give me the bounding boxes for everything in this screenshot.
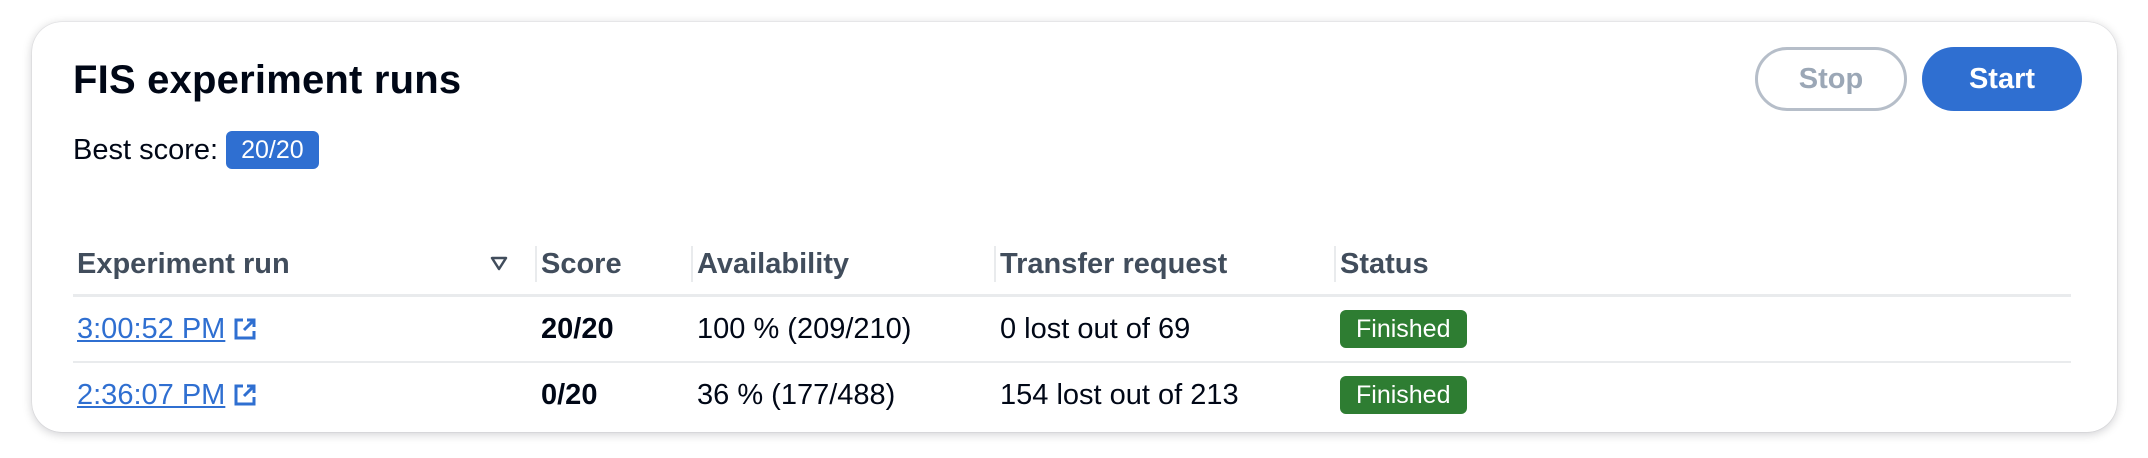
cell-transfer-request: 154 lost out of 213 xyxy=(1000,378,1239,411)
best-score: Best score: 20/20 xyxy=(73,131,319,169)
cell-availability: 100 % (209/210) xyxy=(693,295,996,363)
experiment-runs-card: FIS experiment runs Best score: 20/20 St… xyxy=(32,22,2117,432)
cell-status: Finished xyxy=(1336,295,2071,363)
column-header-status: Status xyxy=(1336,234,2071,297)
start-button[interactable]: Start xyxy=(1922,47,2082,111)
stop-button[interactable]: Stop xyxy=(1755,47,1907,111)
sort-descending-icon[interactable] xyxy=(489,254,509,274)
experiment-run-link[interactable]: 3:00:52 PM xyxy=(77,313,257,346)
column-label-availability: Availability xyxy=(697,247,850,280)
best-score-badge: 20/20 xyxy=(226,131,319,169)
status-badge: Finished xyxy=(1340,310,1467,348)
table-header-row: Experiment run Score Availability Transf… xyxy=(73,234,2071,297)
cell-experiment-run: 2:36:07 PM xyxy=(73,362,537,427)
cell-status: Finished xyxy=(1336,362,2071,427)
column-label-status: Status xyxy=(1340,247,1429,280)
cell-transfer-request: 0 lost out of 69 xyxy=(996,295,1336,363)
external-link-icon xyxy=(234,318,256,340)
external-link-icon xyxy=(234,384,256,406)
table-row: 2:36:07 PM 0/20 36 % (177/488) 154 lost … xyxy=(73,362,2071,427)
page-title: FIS experiment runs xyxy=(73,58,462,102)
column-header-transfer-request: Transfer request xyxy=(996,234,1336,297)
column-label-transfer-request: Transfer request xyxy=(1000,247,1228,280)
experiment-run-time: 2:36:07 PM xyxy=(77,378,226,411)
column-label-experiment-run: Experiment run xyxy=(77,247,290,280)
cell-score: 0/20 xyxy=(541,378,598,411)
experiment-run-link[interactable]: 2:36:07 PM xyxy=(77,379,257,412)
column-label-score: Score xyxy=(541,247,622,280)
status-badge: Finished xyxy=(1340,376,1467,414)
column-header-experiment-run[interactable]: Experiment run xyxy=(73,234,537,297)
table-row: 3:00:52 PM 20/20 100 % (209/210) 0 lost … xyxy=(73,295,2071,363)
best-score-label: Best score: xyxy=(73,133,219,166)
column-header-score: Score xyxy=(537,234,693,297)
column-header-availability: Availability xyxy=(693,234,996,297)
experiment-runs-table: Experiment run Score Availability Transf… xyxy=(73,234,2071,427)
cell-score: 20/20 xyxy=(537,295,693,363)
cell-experiment-run: 3:00:52 PM xyxy=(73,295,537,363)
cell-availability: 36 % (177/488) xyxy=(697,378,896,411)
experiment-run-time: 3:00:52 PM xyxy=(77,312,226,345)
